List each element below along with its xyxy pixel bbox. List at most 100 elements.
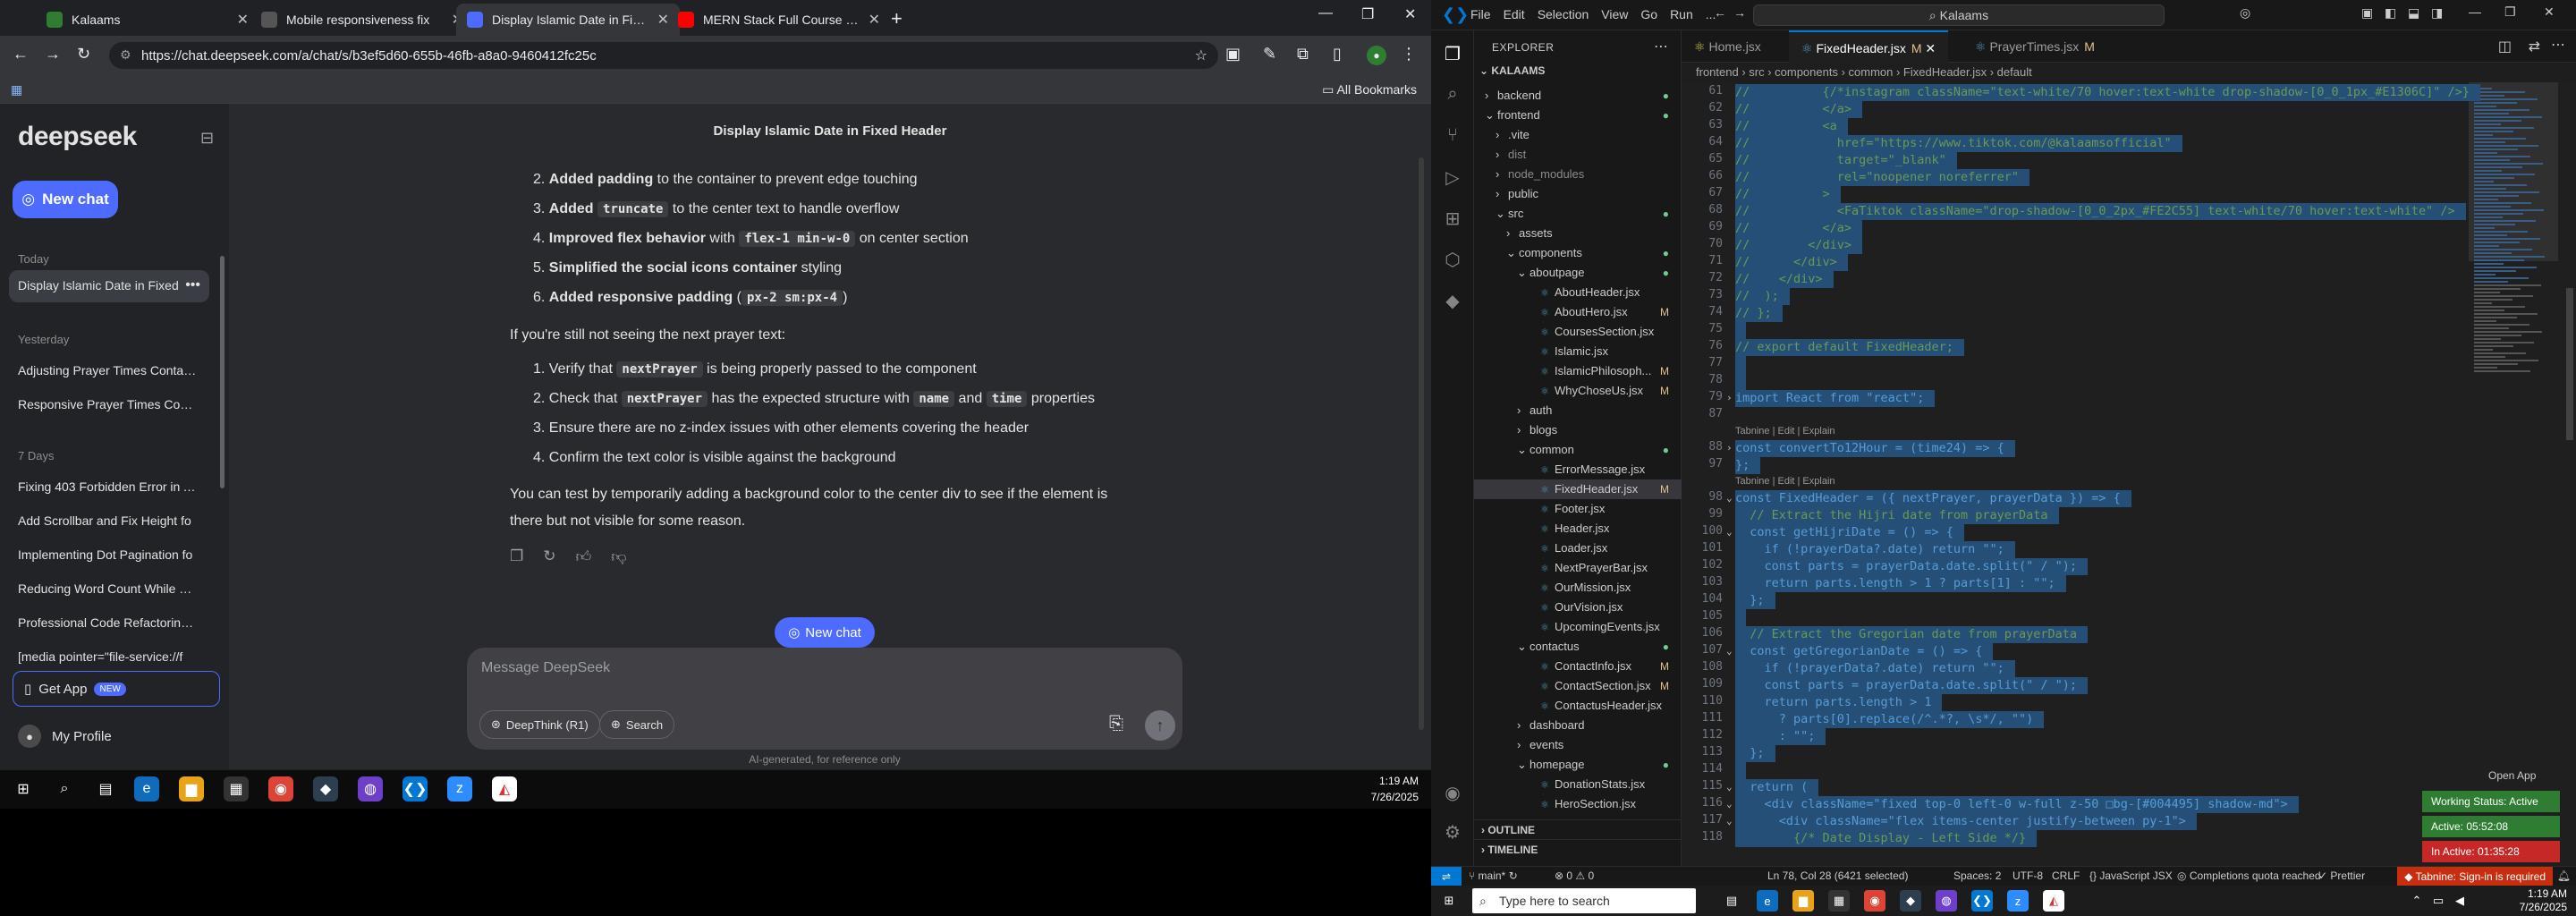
layout-toggle-icon[interactable]: ▣ (2361, 5, 2373, 21)
code-line[interactable]: const FixedHeader = ({ nextPrayer, praye… (1735, 490, 2131, 507)
branch-status[interactable]: ⑂ main* ↻ (1469, 869, 1518, 882)
history-item[interactable]: [media pointer="file-service://f (18, 649, 197, 666)
tab-prayertimes[interactable]: ⚛ PrayerTimes.jsx M (1962, 30, 2107, 63)
editor-scrollbar[interactable] (2563, 82, 2576, 866)
source-control-icon[interactable]: ⑂ (1442, 125, 1463, 147)
file-explorer-icon[interactable]: ▆ (1792, 890, 1814, 912)
store-icon[interactable]: ▦ (224, 776, 249, 802)
close-tab-icon[interactable]: ✕ (237, 11, 249, 29)
file-item[interactable]: ⚛ IslamicPhilosoph... M (1474, 361, 1682, 381)
new-chat-pill-button[interactable]: ◎ New chat (775, 617, 875, 648)
language-status[interactable]: {} JavaScript JSX (2089, 869, 2173, 882)
search-icon[interactable]: ⌕ (1442, 84, 1463, 106)
encoding-status[interactable]: UTF-8 (2012, 869, 2043, 882)
code-line[interactable]: return parts.length > 1 (1735, 694, 1943, 711)
sidepanel-icon[interactable]: ▯ (1333, 45, 1342, 64)
fold-chevron-icon[interactable]: ⌄ (1726, 815, 1733, 827)
tab-fixedheader[interactable]: ⚛ FixedHeader.jsx M ✕ (1789, 30, 1949, 63)
fold-chevron-icon[interactable]: › (1726, 392, 1733, 403)
run-debug-icon[interactable]: ▷ (1442, 166, 1463, 188)
eol-status[interactable]: CRLF (2052, 869, 2080, 882)
prettier-status[interactable]: ✓ Prettier (2318, 869, 2365, 882)
address-bar[interactable]: ⚙ https://chat.deepseek.com/a/chat/s/b3e… (109, 42, 1218, 69)
folder-item[interactable]: ⌄ aboutpage ● (1474, 263, 1682, 283)
taskbar-search[interactable]: ⌕ Type here to search (1472, 888, 1696, 913)
tabnine-codelens[interactable]: Tabnine | Edit | Explain (1735, 476, 1835, 487)
project-root[interactable]: ⌄ KALAAMS (1479, 64, 1545, 77)
restore-icon[interactable]: ❐ (1361, 5, 1374, 23)
windows-start-icon[interactable]: ⊞ (11, 776, 36, 802)
tabnine-icon[interactable]: ◆ (1442, 290, 1463, 311)
settings-gear-icon[interactable]: ⚙ (1442, 821, 1463, 843)
file-item[interactable]: ⚛ DonationStats.jsx (1474, 775, 1682, 794)
page-scrollbar[interactable] (1419, 157, 1424, 730)
code-line[interactable] (1735, 609, 1746, 626)
taskbar-clock[interactable]: 1:19 AM 7/26/2025 (2520, 887, 2567, 914)
code-line[interactable]: // Extract the Gregorian date from praye… (1735, 626, 2089, 643)
app-icon[interactable]: ◆ (1900, 890, 1921, 912)
file-item[interactable]: ⚛ NextPrayerBar.jsx (1474, 558, 1682, 578)
file-item[interactable]: ⚛ ContactInfo.jsx M (1474, 657, 1682, 676)
regenerate-icon[interactable]: ↻ (543, 547, 555, 566)
folder-item[interactable]: ⌄ src ● (1474, 204, 1682, 224)
code-line[interactable]: <div className="fixed top-0 left-0 w-ful… (1735, 796, 2299, 813)
history-item[interactable]: Display Islamic Date in Fixed ••• (9, 270, 209, 302)
new-tab-button[interactable]: + (891, 7, 902, 30)
code-line[interactable]: // }; (1735, 305, 1783, 322)
close-window-icon[interactable]: ✕ (1404, 5, 1416, 23)
my-profile[interactable]: ● My Profile (18, 725, 112, 748)
code-line[interactable]: // Extract the Hijri date from prayerDat… (1735, 507, 2059, 524)
code-line[interactable]: const getGregorianDate = () => { (1735, 643, 1994, 660)
bookmark-star-icon[interactable]: ☆ (1195, 47, 1208, 64)
edge-icon[interactable]: e (134, 776, 159, 802)
app-icon[interactable]: ◆ (313, 776, 338, 802)
menu-edit[interactable]: Edit (1504, 7, 1525, 21)
minimap[interactable] (2469, 82, 2558, 866)
code-line[interactable]: {/* Date Display - Left Side */} (1735, 830, 2038, 847)
code-line[interactable]: }; (1735, 592, 1775, 609)
file-explorer-icon[interactable]: ▆ (179, 776, 204, 802)
more-options-icon[interactable]: ••• (185, 277, 200, 293)
remote-icon[interactable]: ⬡ (1442, 249, 1463, 270)
file-item[interactable]: ⚛ AboutHero.jsx M (1474, 302, 1682, 322)
collapse-sidebar-icon[interactable]: ⊟ (200, 129, 214, 148)
command-center[interactable]: ⌕ Kalaams (1753, 4, 2165, 26)
folder-item[interactable]: ⌄ contactus ● (1474, 637, 1682, 657)
secondary-sidebar-icon[interactable]: ◨ (2431, 5, 2443, 21)
folder-item[interactable]: › public (1474, 184, 1682, 204)
fold-chevron-icon[interactable]: ⌄ (1726, 645, 1733, 657)
folder-item[interactable]: › dist (1474, 145, 1682, 165)
code-line[interactable]: // </div> (1735, 254, 1848, 271)
history-item[interactable]: Implementing Dot Pagination fo (18, 547, 197, 562)
code-line[interactable]: return ( (1735, 779, 1819, 796)
github-icon[interactable]: ◍ (358, 776, 383, 802)
browser-tab-kalaams[interactable]: Kalaams ✕ (36, 4, 259, 36)
file-item[interactable]: ⚛ Header.jsx (1474, 519, 1682, 539)
close-tab-icon[interactable]: ✕ (1925, 41, 1936, 55)
file-item[interactable]: ⚛ UpcomingEvents.jsx (1474, 617, 1682, 637)
site-info-icon[interactable]: ⚙ (120, 47, 131, 63)
file-item[interactable]: ⚛ Loader.jsx (1474, 539, 1682, 558)
history-item[interactable]: Adjusting Prayer Times Containe (18, 363, 197, 377)
file-item[interactable]: ⚛ OurVision.jsx (1474, 598, 1682, 617)
menu-selection[interactable]: Selection (1538, 7, 1589, 21)
forward-icon[interactable]: → (45, 45, 61, 64)
timeline-section[interactable]: › TIMELINE (1474, 839, 1682, 859)
code-line[interactable]: const parts = prayerData.date.split(" / … (1735, 558, 2089, 575)
code-line[interactable]: }; (1735, 457, 1761, 474)
folder-item[interactable]: › assets (1474, 224, 1682, 243)
file-item[interactable]: ⚛ AboutHeader.jsx (1474, 283, 1682, 302)
code-line[interactable]: }; (1735, 745, 1775, 762)
code-line[interactable]: // ); (1735, 288, 1790, 305)
github-icon[interactable]: ◍ (1936, 890, 1957, 912)
fold-chevron-icon[interactable]: ⌄ (1726, 798, 1733, 810)
folder-item[interactable]: › auth (1474, 401, 1682, 420)
extension-icon[interactable]: ▣ (1225, 45, 1241, 64)
menu-file[interactable]: File (1470, 7, 1491, 21)
code-line[interactable]: // </a> (1735, 101, 1863, 118)
minimize-icon[interactable]: — (1318, 5, 1333, 21)
remote-indicator-icon[interactable]: ⇌ (1431, 867, 1462, 886)
folder-item[interactable]: › events (1474, 735, 1682, 755)
history-item[interactable]: Add Scrollbar and Fix Height fo (18, 513, 197, 528)
code-line[interactable]: import React from "react"; (1735, 390, 1936, 407)
